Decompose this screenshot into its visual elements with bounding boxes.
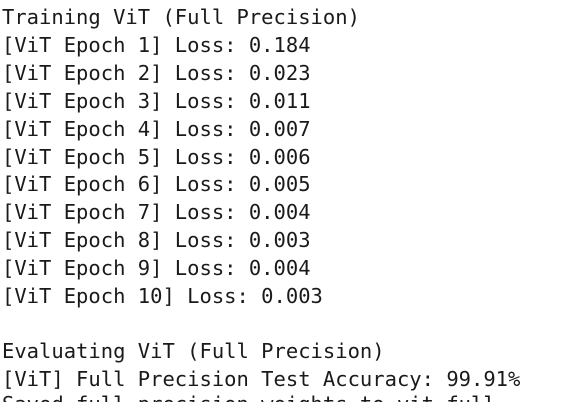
epoch-line-8: [ViT Epoch 8] Loss: 0.003 <box>2 228 311 252</box>
truncated-line: Saved full precision weights to vit_full… <box>2 391 533 402</box>
epoch-line-4: [ViT Epoch 4] Loss: 0.007 <box>2 117 311 141</box>
epoch-line-9: [ViT Epoch 9] Loss: 0.004 <box>2 256 311 280</box>
epoch-line-7: [ViT Epoch 7] Loss: 0.004 <box>2 200 311 224</box>
evaluating-header: Evaluating ViT (Full Precision) <box>2 339 385 363</box>
training-header: Training ViT (Full Precision) <box>2 5 360 29</box>
epoch-line-3: [ViT Epoch 3] Loss: 0.011 <box>2 89 311 113</box>
epoch-line-2: [ViT Epoch 2] Loss: 0.023 <box>2 61 311 85</box>
epoch-line-6: [ViT Epoch 6] Loss: 0.005 <box>2 172 311 196</box>
epoch-line-5: [ViT Epoch 5] Loss: 0.006 <box>2 145 311 169</box>
epoch-line-10: [ViT Epoch 10] Loss: 0.003 <box>2 284 323 308</box>
terminal-output: Training ViT (Full Precision) [ViT Epoch… <box>0 0 588 402</box>
accuracy-line: [ViT] Full Precision Test Accuracy: 99.9… <box>2 367 521 391</box>
epoch-line-1: [ViT Epoch 1] Loss: 0.184 <box>2 33 311 57</box>
